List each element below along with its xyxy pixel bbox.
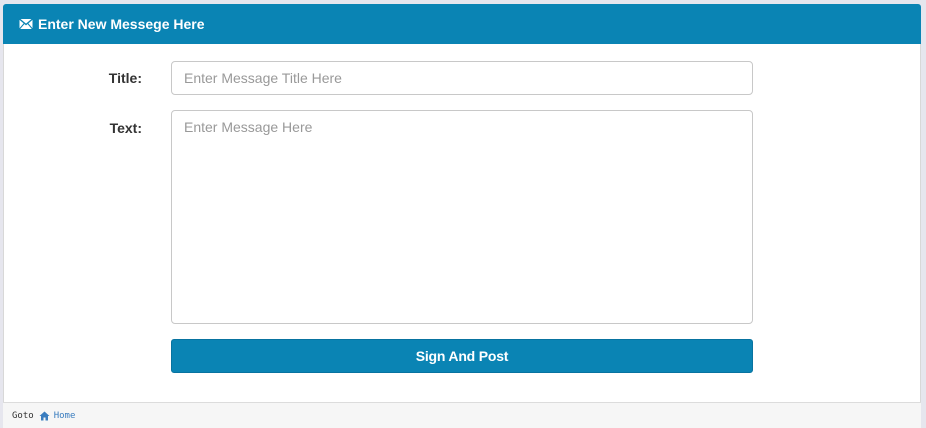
sign-and-post-button[interactable]: Sign And Post bbox=[171, 339, 753, 373]
home-link[interactable]: Home bbox=[39, 410, 76, 421]
home-icon bbox=[39, 411, 50, 421]
message-textarea[interactable] bbox=[171, 110, 753, 324]
title-input[interactable] bbox=[171, 61, 753, 95]
envelope-icon bbox=[19, 18, 33, 30]
footer-bar: Goto Home bbox=[3, 402, 921, 428]
home-link-label: Home bbox=[53, 410, 76, 421]
panel-header: Enter New Messege Here bbox=[3, 4, 921, 44]
text-label: Text: bbox=[109, 120, 142, 136]
panel-title: Enter New Messege Here bbox=[38, 16, 205, 32]
goto-label: Goto bbox=[12, 410, 34, 421]
title-label: Title: bbox=[108, 70, 142, 86]
message-panel: Enter New Messege Here Title: Text: Sign… bbox=[3, 4, 921, 428]
